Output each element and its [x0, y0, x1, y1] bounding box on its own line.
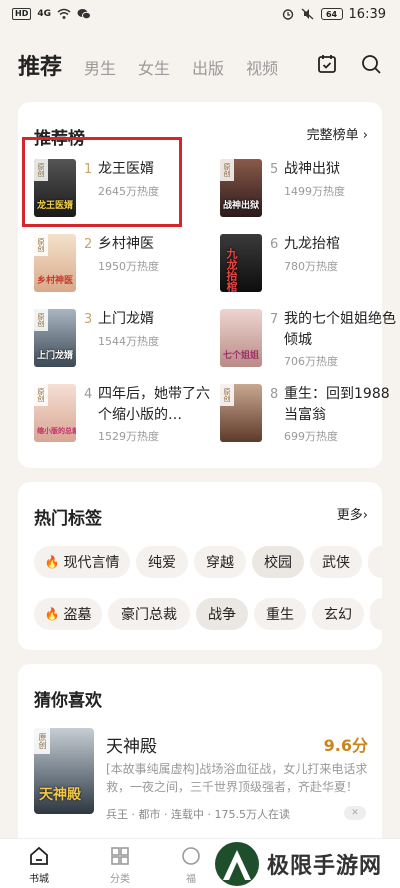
gift-icon — [182, 847, 200, 865]
tag-campus[interactable]: 校园 — [252, 546, 304, 578]
rank-item[interactable]: 九龙抬棺 6 九龙抬棺 780万热度 — [220, 234, 390, 294]
grid-icon — [111, 847, 129, 865]
book-cover: 原创 上门龙婿 — [34, 309, 76, 367]
book-cover: 原创 缩小版的总裁爹地 — [34, 384, 76, 442]
wifi-icon — [57, 8, 71, 19]
wechat-icon — [77, 9, 91, 20]
top-nav: 推荐 男生 女生 出版 视频 听 — [0, 40, 400, 90]
tab-male[interactable]: 男生 — [84, 55, 116, 79]
more-tags-link[interactable]: 更多› — [337, 504, 368, 523]
book-description: [本故事纯属虚构]战场浴血征战，女儿打来电话求救，一夜之间，三千世界顶级强者，齐… — [106, 762, 368, 794]
rank-item[interactable]: 原创 上门龙婿 3 上门龙婿 1544万热度 — [34, 309, 204, 369]
rank-number: 5 — [270, 162, 279, 177]
battery-icon: 64 — [320, 8, 343, 20]
guess-title: 猜你喜欢 — [34, 691, 102, 711]
channel-tabs: 推荐 男生 女生 出版 视频 听 — [0, 49, 300, 81]
rank-number: 8 — [270, 387, 279, 402]
heat-count: 1950万热度 — [98, 260, 159, 273]
calendar-checkin-icon[interactable] — [316, 53, 338, 75]
highlight-annotation-box — [22, 137, 182, 227]
status-bar: HD 4G 64 16:39 — [0, 0, 400, 28]
flame-icon: 🔥 — [44, 555, 60, 569]
guess-you-like-card: 猜你喜欢 原创 天神殿 天神殿 9.6分 [本故事纯属虚构]战场浴血征战，女儿打… — [18, 664, 382, 864]
tag-tomb-raiding[interactable]: 🔥 盗墓 — [34, 598, 102, 630]
rank-number: 7 — [270, 312, 279, 327]
mute-icon — [301, 8, 313, 20]
book-cover[interactable]: 原创 天神殿 — [34, 728, 94, 814]
hot-tags-title: 热门标签 — [34, 509, 102, 529]
book-title: 四年后，她带了六个缩小版的… — [98, 386, 210, 423]
rank-item[interactable]: 原创 缩小版的总裁爹地 4 四年后，她带了六个缩小版的… 1529万热度 — [34, 384, 210, 446]
tag-fantasy[interactable]: 玄幻 — [312, 598, 364, 630]
book-cover: 七个姐姐 — [220, 309, 262, 367]
hd-indicator: HD — [12, 8, 32, 20]
dismiss-icon[interactable]: ✕ — [344, 806, 366, 820]
book-cover: 九龙抬棺 — [220, 234, 262, 292]
hot-tags-card: 热门标签 更多› 🔥 现代言情 纯爱 穿越 校园 武侠 🔥 盗墓 豪门总裁 战争 重… — [18, 482, 382, 650]
tag-rich-ceo[interactable]: 豪门总裁 — [108, 598, 190, 630]
full-ranking-link[interactable]: 完整榜单 › — [307, 124, 368, 143]
heat-count: 706万热度 — [284, 355, 338, 368]
tag-time-travel[interactable]: 穿越 — [194, 546, 246, 578]
flame-icon: 🔥 — [44, 607, 60, 621]
tag-overflow — [368, 546, 382, 578]
tag-overflow — [370, 598, 382, 630]
rank-item[interactable]: 原创 战神出狱 5 战神出狱 1499万热度 — [220, 159, 390, 219]
heat-count: 1529万热度 — [98, 430, 159, 443]
book-title[interactable]: 天神殿 — [106, 732, 157, 757]
tag-pure-love[interactable]: 纯爱 — [136, 546, 188, 578]
tag-rebirth[interactable]: 重生 — [254, 598, 306, 630]
heat-count: 1499万热度 — [284, 185, 345, 198]
rank-item[interactable]: 七个姐姐 7 我的七个姐姐绝色倾城 706万热度 — [220, 309, 396, 371]
home-icon — [30, 846, 48, 865]
book-title: 乡村神医 — [98, 236, 154, 252]
heat-count: 780万热度 — [284, 260, 338, 273]
rank-number: 4 — [84, 387, 93, 402]
rank-item[interactable]: 原创 8 重生：回到1988当富翁 699万热度 — [220, 384, 390, 446]
tab-female[interactable]: 女生 — [138, 55, 170, 79]
tag-modern-romance[interactable]: 🔥 现代言情 — [34, 546, 130, 578]
tag-wuxia[interactable]: 武侠 — [310, 546, 362, 578]
nav-welfare[interactable]: 福 — [176, 845, 206, 885]
book-title: 重生：回到1988当富翁 — [284, 386, 390, 423]
tag-war[interactable]: 战争 — [196, 598, 248, 630]
rank-number: 2 — [84, 237, 93, 252]
book-cover: 原创 乡村神医 — [34, 234, 76, 292]
tab-recommend[interactable]: 推荐 — [18, 49, 62, 81]
rank-number: 6 — [270, 237, 279, 252]
book-score: 9.6分 — [323, 736, 368, 755]
tab-publish[interactable]: 出版 — [192, 55, 224, 79]
book-title: 我的七个姐姐绝色倾城 — [284, 311, 396, 348]
watermark-logo-icon — [215, 842, 259, 886]
tab-video[interactable]: 视频 — [246, 55, 278, 79]
heat-count: 1544万热度 — [98, 335, 159, 348]
book-cover: 原创 — [220, 384, 262, 442]
signal-icon: 4G — [37, 9, 51, 19]
nav-category[interactable]: 分类 — [95, 845, 145, 885]
alarm-icon — [282, 9, 293, 20]
book-title: 九龙抬棺 — [284, 236, 340, 252]
rank-number: 3 — [84, 312, 93, 327]
site-watermark: 极限手游网 — [215, 842, 382, 886]
watermark-text: 极限手游网 — [267, 854, 383, 879]
book-title: 上门龙婿 — [98, 311, 154, 327]
rank-item[interactable]: 原创 乡村神医 2 乡村神医 1950万热度 — [34, 234, 204, 294]
book-cover: 原创 战神出狱 — [220, 159, 262, 217]
book-meta: 兵王 · 都市 · 连载中 · 175.5万人在读 — [106, 808, 290, 821]
clock: 16:39 — [348, 6, 386, 22]
book-title: 战神出狱 — [284, 161, 340, 177]
search-icon[interactable] — [360, 53, 382, 75]
nav-bookstore[interactable]: 书城 — [14, 845, 64, 885]
heat-count: 699万热度 — [284, 430, 338, 443]
